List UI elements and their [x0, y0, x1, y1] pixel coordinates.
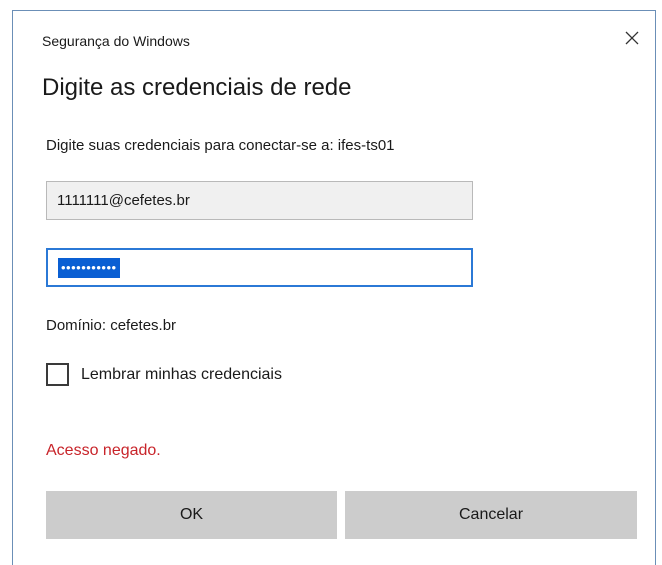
close-button[interactable] — [619, 25, 645, 51]
cancel-button[interactable]: Cancelar — [345, 491, 637, 539]
username-field[interactable]: 1111111@cefetes.br — [46, 181, 473, 220]
username-value: 1111111@cefetes.br — [57, 192, 190, 209]
password-field[interactable]: ••••••••••• — [46, 248, 473, 287]
remember-credentials-label[interactable]: Lembrar minhas credenciais — [81, 366, 282, 384]
connection-prompt: Digite suas credenciais para conectar-se… — [46, 137, 395, 154]
window-title: Segurança do Windows — [42, 33, 190, 49]
dialog-heading: Digite as credenciais de rede — [42, 74, 352, 101]
ok-button[interactable]: OK — [46, 491, 337, 539]
error-message: Acesso negado. — [46, 442, 161, 459]
remember-credentials-checkbox[interactable] — [46, 363, 69, 386]
password-value: ••••••••••• — [58, 257, 120, 278]
close-icon — [625, 31, 639, 45]
domain-label: Domínio: cefetes.br — [46, 317, 177, 334]
remember-credentials-option[interactable]: Lembrar minhas credenciais — [46, 363, 282, 386]
credentials-dialog: Segurança do Windows Digite as credencia… — [12, 10, 656, 565]
